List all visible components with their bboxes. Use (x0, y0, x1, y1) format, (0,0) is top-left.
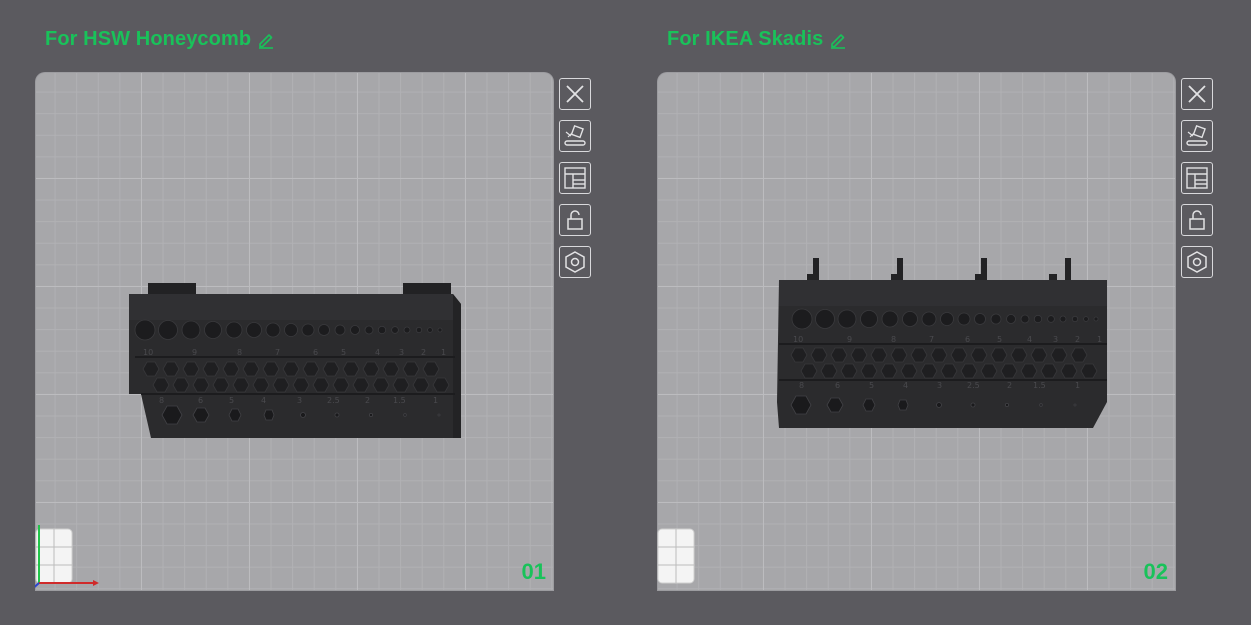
auto-orient-button[interactable] (559, 120, 591, 152)
pencil-icon[interactable] (257, 31, 275, 49)
orientation-cube[interactable] (657, 521, 727, 591)
svg-text:6: 6 (965, 335, 970, 344)
plate-title-2[interactable]: For IKEA Skadis (667, 28, 847, 51)
svg-text:8: 8 (159, 396, 164, 405)
model-label: 10 (143, 348, 153, 357)
svg-text:4: 4 (903, 381, 908, 390)
svg-text:4: 4 (261, 396, 266, 405)
svg-text:10: 10 (793, 335, 803, 344)
svg-text:5: 5 (341, 348, 346, 357)
plate-number: 01 (521, 559, 546, 584)
svg-text:2.5: 2.5 (327, 396, 340, 405)
svg-text:9: 9 (847, 335, 852, 344)
svg-text:3: 3 (937, 381, 942, 390)
build-plate-1[interactable]: 10 9 8 7 6 5 4 3 2 1 8 6 5 4 3 2.5 2 1.5… (35, 72, 554, 591)
build-plate-2[interactable]: 10 9 8 7 6 5 4 3 2 1 8 6 5 4 3 2.5 2 1.5… (657, 72, 1176, 591)
svg-text:7: 7 (275, 348, 280, 357)
svg-text:8: 8 (799, 381, 804, 390)
hex-settings-icon (1187, 251, 1207, 273)
plate-group-2: For IKEA Skadis 10 9 8 7 6 5 4 3 2 1 8 6… (657, 0, 1251, 625)
lock-icon (1189, 210, 1205, 230)
svg-text:8: 8 (891, 335, 896, 344)
orientation-cube[interactable] (35, 521, 105, 591)
lock-plate-button[interactable] (1181, 204, 1213, 236)
plate-title-1[interactable]: For HSW Honeycomb (45, 28, 275, 51)
auto-orient-button[interactable] (1181, 120, 1213, 152)
plate-title-text: For IKEA Skadis (667, 28, 824, 50)
auto-orient-icon (1186, 124, 1208, 146)
svg-text:9: 9 (192, 348, 197, 357)
svg-text:5: 5 (229, 396, 234, 405)
svg-text:6: 6 (835, 381, 840, 390)
svg-text:6: 6 (313, 348, 318, 357)
svg-text:4: 4 (375, 348, 380, 357)
tool-holder-model-hsw[interactable]: 10 9 8 7 6 5 4 3 2 1 8 6 5 4 3 2.5 2 1.5… (35, 72, 554, 591)
svg-text:2: 2 (1075, 335, 1080, 344)
hex-settings-icon (565, 251, 585, 273)
svg-text:1.5: 1.5 (393, 396, 406, 405)
svg-text:2.5: 2.5 (967, 381, 980, 390)
svg-text:4: 4 (1027, 335, 1032, 344)
svg-text:5: 5 (869, 381, 874, 390)
plate-toolbar-1 (559, 78, 591, 278)
close-icon (1188, 85, 1206, 103)
svg-text:1: 1 (1075, 381, 1080, 390)
tool-holder-model-skadis[interactable]: 10 9 8 7 6 5 4 3 2 1 8 6 5 4 3 2.5 2 1.5… (657, 72, 1176, 591)
svg-text:5: 5 (997, 335, 1002, 344)
svg-text:3: 3 (399, 348, 404, 357)
arrange-icon (1186, 167, 1208, 189)
close-icon (566, 85, 584, 103)
arrange-button[interactable] (559, 162, 591, 194)
svg-text:2: 2 (365, 396, 370, 405)
arrange-button[interactable] (1181, 162, 1213, 194)
plate-settings-button[interactable] (1181, 246, 1213, 278)
svg-text:1: 1 (1097, 335, 1102, 344)
lock-plate-button[interactable] (559, 204, 591, 236)
plate-settings-button[interactable] (559, 246, 591, 278)
svg-text:2: 2 (1007, 381, 1012, 390)
svg-text:1: 1 (441, 348, 446, 357)
svg-text:3: 3 (1053, 335, 1058, 344)
arrange-icon (564, 167, 586, 189)
lock-icon (567, 210, 583, 230)
plate-toolbar-2 (1181, 78, 1213, 278)
svg-text:7: 7 (929, 335, 934, 344)
svg-text:1.5: 1.5 (1033, 381, 1046, 390)
plate-title-text: For HSW Honeycomb (45, 28, 252, 50)
svg-text:1: 1 (433, 396, 438, 405)
svg-text:3: 3 (297, 396, 302, 405)
prepare-view: For HSW Honeycomb 10 9 8 7 6 5 4 3 2 1 8… (0, 0, 1251, 625)
pencil-icon[interactable] (829, 31, 847, 49)
svg-text:8: 8 (237, 348, 242, 357)
close-plate-button[interactable] (559, 78, 591, 110)
svg-text:2: 2 (421, 348, 426, 357)
close-plate-button[interactable] (1181, 78, 1213, 110)
plate-number: 02 (1143, 559, 1168, 584)
auto-orient-icon (564, 124, 586, 146)
svg-text:6: 6 (198, 396, 203, 405)
plate-group-1: For HSW Honeycomb 10 9 8 7 6 5 4 3 2 1 8… (35, 0, 635, 625)
